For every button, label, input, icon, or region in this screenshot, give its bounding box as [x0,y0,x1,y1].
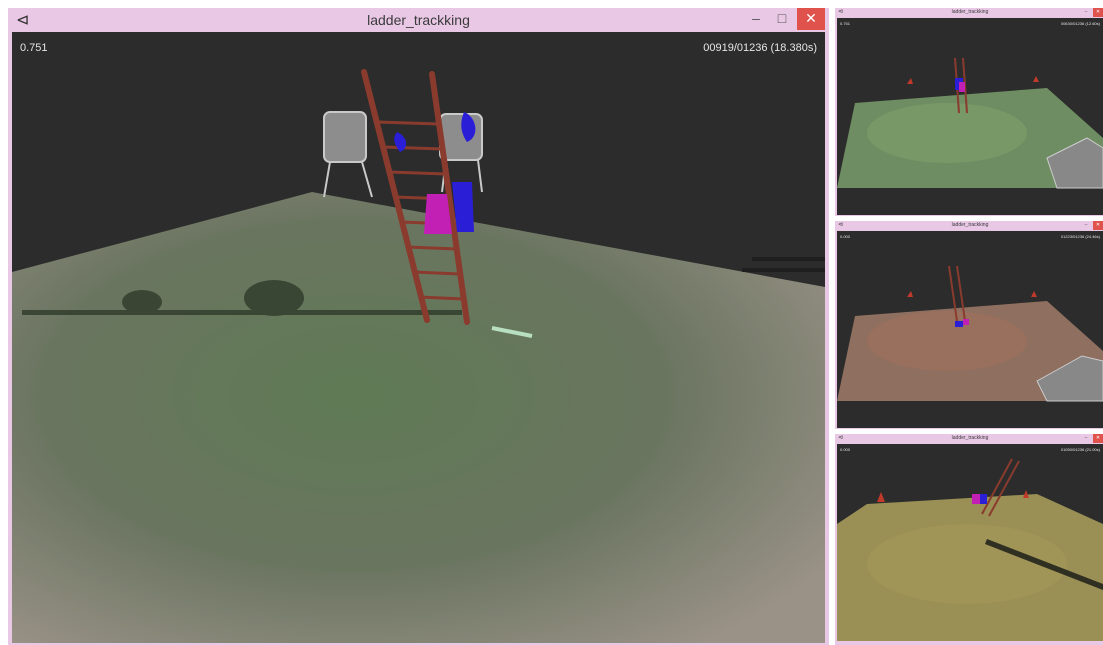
3d-viewport[interactable]: 0.751 00919/01236 (18.380s) [12,32,825,643]
frame-counter: 00630/01236 (12.60s) [1060,21,1100,26]
close-button[interactable]: ✕ [797,8,825,30]
close-button[interactable]: ✕ [1093,221,1103,230]
side-viewport-2[interactable]: 0.000 01223/01236 (24.46s) [837,231,1103,428]
side-viewport-1[interactable]: 0.751 00630/01236 (12.60s) [837,18,1103,215]
scene-render [12,32,825,643]
side-window-title: ladder_trackking [951,222,989,228]
score-readout: 0.000 [840,234,851,239]
side-viewport-3[interactable]: 0.000 01050/01236 (21.00s) [837,444,1103,641]
score-readout: 0.751 [840,21,851,26]
side-titlebar-1[interactable]: ⊲ ladder_trackking ‒ ✕ [835,8,1103,18]
maximize-button[interactable]: □ [769,8,795,30]
frame-counter: 01223/01236 (24.46s) [1060,234,1100,239]
scene-render [837,444,1103,641]
main-titlebar[interactable]: ⊲ ladder_trackking ‒ □ ✕ [8,8,829,32]
side-window-title: ladder_trackking [951,435,989,441]
side-window-2: ⊲ ladder_trackking ‒ ✕ 0.000 01223/01236… [835,221,1103,429]
score-readout: 0.000 [840,447,851,452]
frame-counter: 00919/01236 (18.380s) [703,42,817,54]
close-button[interactable]: ✕ [1093,434,1103,443]
window-title: ladder_trackking [367,12,470,28]
minimize-button[interactable]: ‒ [1083,221,1089,230]
minimize-button[interactable]: ‒ [1083,8,1089,17]
side-titlebar-3[interactable]: ⊲ ladder_trackking ‒ ✕ [835,434,1103,444]
main-window: ⊲ ladder_trackking ‒ □ ✕ 0.751 00919/012… [8,8,829,645]
scene-render [837,231,1103,428]
minimize-button[interactable]: ‒ [743,8,769,30]
side-window-title: ladder_trackking [951,9,989,15]
side-window-3: ⊲ ladder_trackking ‒ ✕ 0.000 01050/01236… [835,434,1103,645]
scene-render [837,18,1103,215]
close-button[interactable]: ✕ [1093,8,1103,17]
score-readout: 0.751 [20,42,48,54]
side-window-1: ⊲ ladder_trackking ‒ ✕ 0.751 00630/01236… [835,8,1103,216]
side-titlebar-2[interactable]: ⊲ ladder_trackking ‒ ✕ [835,221,1103,231]
frame-counter: 01050/01236 (21.00s) [1060,447,1100,452]
minimize-button[interactable]: ‒ [1083,434,1089,443]
